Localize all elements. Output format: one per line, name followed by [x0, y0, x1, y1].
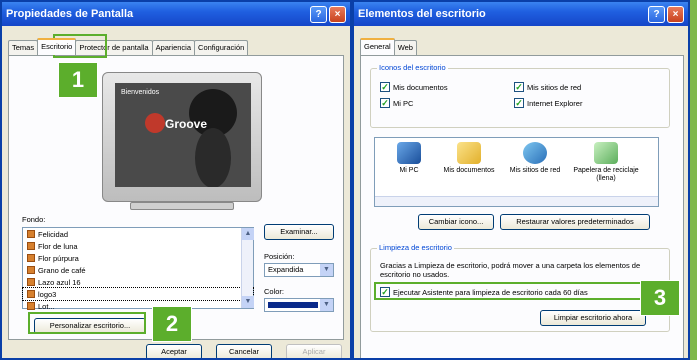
chevron-down-icon: ▼: [320, 264, 333, 276]
bitmap-icon: [27, 242, 35, 250]
checkbox-label: Mis sitios de red: [527, 82, 582, 92]
position-value: Expandida: [268, 265, 304, 274]
background-list[interactable]: Felicidad Flor de luna Flor púrpura Gran…: [22, 227, 254, 312]
checkbox-label: Mis documentos: [393, 82, 448, 92]
list-item-selected[interactable]: logo3: [22, 287, 254, 301]
title-bar[interactable]: Propiedades de Pantalla ? ×: [2, 2, 350, 26]
checkbox-mis-sitios-de-red[interactable]: ✓ Mis sitios de red: [514, 82, 581, 92]
desktop-icon-mis-documentos[interactable]: Mis documentos: [439, 142, 499, 175]
step-badge-2: 2: [152, 306, 192, 342]
list-item-label: Grano de café: [38, 265, 86, 275]
position-label: Posición:: [264, 252, 295, 261]
checkbox-checked[interactable]: ✓: [380, 98, 390, 108]
desktop-icon-papelera[interactable]: Papelera de reciclaje (llena): [571, 142, 641, 183]
checkbox-mi-pc[interactable]: ✓ Mi PC: [380, 98, 413, 108]
list-item-label: Flor de luna: [38, 241, 78, 251]
icon-label: Mis documentos: [443, 167, 495, 174]
ok-button[interactable]: Aceptar: [146, 344, 202, 358]
help-icon[interactable]: ?: [310, 5, 327, 23]
list-item-label: Felicidad: [38, 229, 69, 239]
desktop-icon-mi-pc[interactable]: Mi PC: [379, 142, 439, 175]
network-icon: [523, 142, 547, 164]
step-badge-1: 1: [58, 62, 98, 98]
tab-escritorio[interactable]: Escritorio: [37, 38, 77, 55]
close-icon[interactable]: ×: [667, 5, 684, 23]
help-icon[interactable]: ?: [648, 5, 665, 23]
change-icon-button[interactable]: Cambiar icono...: [418, 214, 494, 230]
browse-button[interactable]: Examinar...: [264, 224, 334, 240]
checkbox-label: Mi PC: [393, 98, 414, 108]
wallpaper-preview: Bienvenidos Groove: [115, 83, 251, 187]
bitmap-icon: [27, 266, 35, 274]
preview-sub: Bienvenidos: [121, 89, 160, 96]
preview-text: Groove: [165, 117, 208, 131]
title-bar[interactable]: Elementos del escritorio ? ×: [354, 2, 688, 26]
tab-web[interactable]: Web: [393, 40, 417, 55]
checkbox-internet-explorer[interactable]: ✓ Internet Explorer: [514, 98, 582, 108]
list-item[interactable]: Flor de luna: [23, 240, 253, 252]
clean-now-button[interactable]: Limpiar escritorio ahora: [540, 310, 646, 326]
window-title: Elementos del escritorio: [358, 8, 486, 20]
checkbox-label: Internet Explorer: [527, 98, 583, 108]
window-title: Propiedades de Pantalla: [6, 8, 134, 20]
step-badge-3: 3: [640, 280, 680, 316]
bitmap-icon: [27, 230, 35, 238]
close-icon[interactable]: ×: [329, 5, 346, 23]
cancel-button[interactable]: Cancelar: [216, 344, 272, 358]
monitor-stand: [130, 202, 234, 210]
group-legend: Iconos del escritorio: [377, 63, 448, 72]
list-scrollbar[interactable]: ▲ ▼: [241, 228, 254, 308]
checkbox-checked[interactable]: ✓: [514, 82, 524, 92]
highlight-customize-button: [28, 312, 146, 334]
list-item-label: Lazo azul 16: [38, 277, 81, 287]
list-item[interactable]: Lot...: [23, 300, 253, 312]
recycle-bin-icon: [594, 142, 618, 164]
checkbox-checked[interactable]: ✓: [380, 82, 390, 92]
scroll-down-icon[interactable]: ▼: [242, 296, 254, 308]
apply-button[interactable]: Aplicar: [286, 344, 342, 358]
bitmap-icon: [27, 302, 35, 310]
scroll-up-icon[interactable]: ▲: [242, 228, 254, 240]
highlight-cleanup-checkbox: [374, 282, 642, 300]
tab-general[interactable]: General: [360, 38, 395, 55]
list-item[interactable]: Grano de café: [23, 264, 253, 276]
monitor-preview: Bienvenidos Groove: [102, 72, 262, 202]
icon-label: Papelera de reciclaje (llena): [573, 167, 639, 182]
color-label: Color:: [264, 287, 285, 296]
bitmap-icon: [27, 278, 35, 286]
desktop-icon-strip[interactable]: Mi PC Mis documentos Mis sitios de red P…: [374, 137, 659, 207]
color-picker[interactable]: ▼: [264, 298, 334, 312]
tab-strip: General Web: [360, 38, 417, 55]
icon-label: Mis sitios de red: [509, 167, 561, 174]
list-item-label: Lot...: [38, 301, 55, 311]
checkbox-checked[interactable]: ✓: [514, 98, 524, 108]
chevron-down-icon: ▼: [320, 299, 333, 311]
list-item[interactable]: Lazo azul 16: [23, 276, 253, 288]
position-select[interactable]: Expandida ▼: [264, 263, 334, 277]
restore-defaults-button[interactable]: Restaurar valores predeterminados: [500, 214, 650, 230]
list-item-label: Flor púrpura: [38, 253, 79, 263]
tab-apariencia[interactable]: Apariencia: [151, 40, 196, 55]
bitmap-icon: [27, 254, 35, 262]
tab-configuracion[interactable]: Configuración: [194, 40, 249, 55]
icon-label: Mi PC: [399, 167, 419, 174]
computer-icon: [397, 142, 421, 164]
tab-strip: Temas Escritorio Protector de pantalla A…: [8, 38, 249, 55]
color-swatch: [268, 302, 318, 308]
list-item[interactable]: Flor púrpura: [23, 252, 253, 264]
list-item[interactable]: Felicidad: [23, 228, 253, 240]
horizontal-scrollbar[interactable]: [375, 196, 658, 206]
list-item-label: logo3: [38, 289, 57, 299]
desktop-icon-mis-sitios-de-red[interactable]: Mis sitios de red: [505, 142, 565, 175]
cleanup-description: Gracias a Limpieza de escritorio, podrá …: [380, 261, 641, 279]
tab-temas[interactable]: Temas: [8, 40, 39, 55]
checkbox-mis-documentos[interactable]: ✓ Mis documentos: [380, 82, 448, 92]
group-legend: Limpieza de escritorio: [377, 243, 454, 252]
fondo-label: Fondo:: [22, 215, 46, 224]
folder-icon: [457, 142, 481, 164]
bitmap-icon: [27, 290, 35, 298]
